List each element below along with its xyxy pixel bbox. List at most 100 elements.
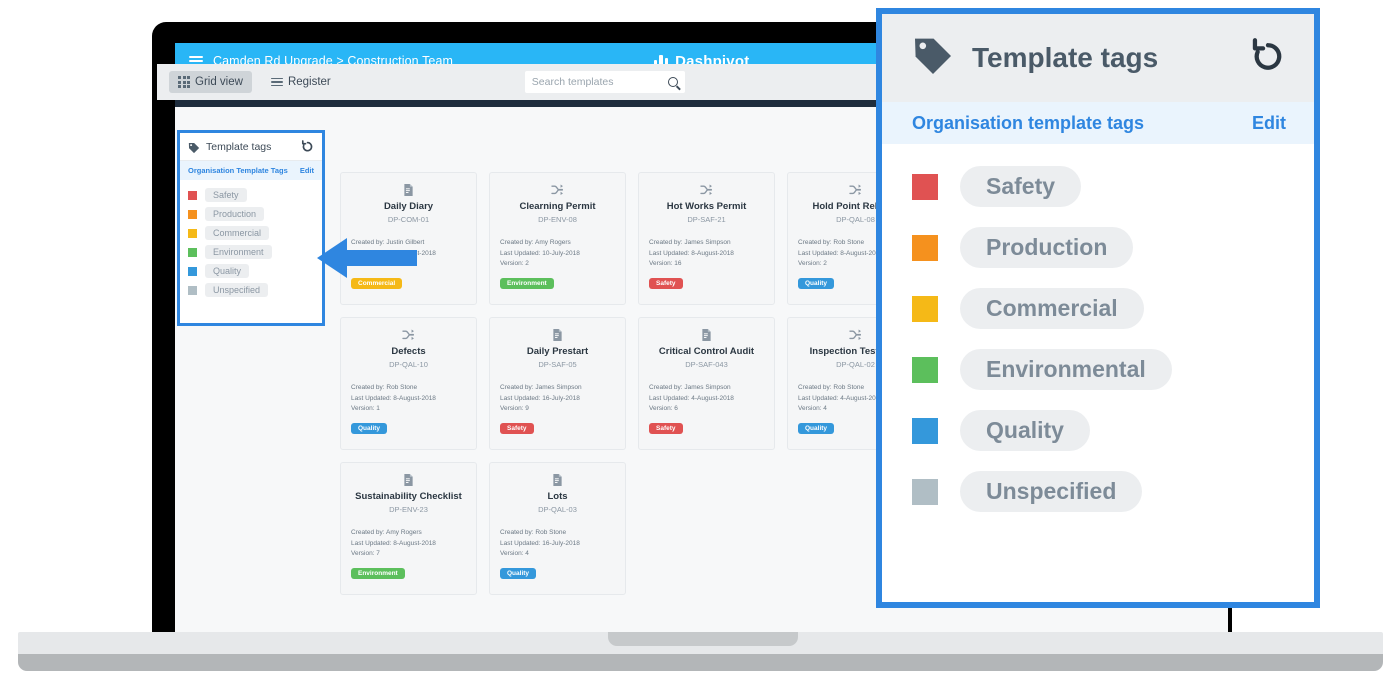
template-card[interactable]: Critical Control Audit DP-SAF-043 Created … — [638, 317, 775, 450]
template-code: DP-SAF-21 — [687, 215, 726, 224]
last-updated: Last Updated: 16-July-2018 — [500, 539, 580, 547]
status-badge: Quality — [351, 422, 388, 434]
version: Version: 4 — [500, 550, 529, 557]
shuffle-icon — [649, 182, 764, 198]
template-code: DP-ENV-23 — [389, 505, 428, 514]
template-tags-panel: Template tags Organisation Template Tags… — [177, 130, 325, 326]
template-card[interactable]: Hot Works Permit DP-SAF-21 Created by: Jam… — [638, 172, 775, 305]
edit-link[interactable]: Edit — [300, 166, 314, 175]
tag-label: Environmental — [960, 349, 1172, 390]
tag-label: Quality — [960, 410, 1090, 451]
tag-label: Environment — [205, 245, 272, 259]
shuffle-icon — [500, 182, 615, 198]
template-card[interactable]: Daily Prestart DP-SAF-05 Created by: James… — [489, 317, 626, 450]
template-meta: Created by: Rob Stone Last Updated: 16-Ju… — [500, 528, 615, 560]
template-title: Daily Prestart — [526, 346, 589, 357]
overlay-tag-row[interactable]: Quality — [912, 410, 1284, 451]
overlay-title: Template tags — [972, 42, 1159, 73]
template-tags-panel-header: Template tags — [180, 133, 322, 161]
template-meta: Created by: Amy Rogers Last Updated: 8-Au… — [351, 528, 466, 560]
template-tags-overlay: Template tags Organisation template tags… — [876, 8, 1320, 608]
overlay-header: Template tags — [882, 14, 1314, 102]
tag-color-swatch — [188, 266, 197, 276]
laptop-notch — [608, 632, 798, 646]
status-badge: Quality — [500, 567, 537, 579]
tag-color-swatch — [912, 173, 938, 200]
tag-color-swatch — [912, 295, 938, 322]
overlay-tag-row[interactable]: Environmental — [912, 349, 1284, 390]
created-by: Created by: James Simpson — [649, 239, 731, 246]
version: Version: 9 — [500, 405, 529, 412]
overlay-tag-row[interactable]: Safety — [912, 166, 1284, 207]
overlay-organisation-label: Organisation template tags — [912, 112, 1145, 133]
created-by: Created by: James Simpson — [500, 384, 582, 391]
overlay-tags-list: Safety Production Commercial Environmental Q… — [882, 144, 1314, 512]
created-by: Created by: Amy Rogers — [351, 529, 422, 536]
template-card[interactable]: Sustainability Checklist DP-ENV-23 Created… — [340, 462, 477, 595]
grid-view-button[interactable]: Grid view — [169, 71, 252, 93]
template-title: Critical Control Audit — [658, 346, 755, 357]
overlay-organisation-row: Organisation template tags Edit — [882, 102, 1314, 144]
tag-row[interactable]: Safety — [188, 188, 314, 202]
tag-color-swatch — [188, 209, 197, 219]
status-badge: Safety — [649, 277, 683, 289]
tag-row[interactable]: Commercial — [188, 226, 314, 240]
tag-row[interactable]: Unspecified — [188, 283, 314, 297]
organisation-template-tags-label: Organisation Template Tags — [188, 166, 288, 175]
template-meta: Created by: Rob Stone Last Updated: 8-Aug… — [351, 383, 466, 415]
overlay-tag-row[interactable]: Commercial — [912, 288, 1284, 329]
tag-color-swatch — [188, 228, 197, 238]
status-badge: Quality — [798, 277, 835, 289]
overlay-edit-link[interactable]: Edit — [1252, 113, 1286, 134]
created-by: Created by: Amy Rogers — [500, 239, 571, 246]
document-icon — [500, 472, 615, 488]
template-meta: Created by: James Simpson Last Updated: 8… — [649, 238, 764, 270]
tag-row[interactable]: Quality — [188, 264, 314, 278]
search-input[interactable] — [531, 76, 668, 88]
undo-icon[interactable] — [1250, 37, 1286, 79]
template-code: DP-QAL-10 — [389, 360, 428, 369]
last-updated: Last Updated: 4-August-2018 — [649, 394, 734, 402]
template-tags-panel-title: Template tags — [206, 140, 272, 153]
tag-color-swatch — [912, 356, 938, 383]
screenshot-stage: Camden Rd Upgrade > Construction Team Da… — [0, 0, 1400, 700]
template-card[interactable]: Lots DP-QAL-03 Created by: Rob Stone Last U… — [489, 462, 626, 595]
status-badge: Safety — [649, 422, 683, 434]
version: Version: 1 — [351, 405, 380, 412]
tag-label: Unspecified — [205, 283, 269, 297]
template-meta: Created by: James Simpson Last Updated: 4… — [649, 383, 764, 415]
tag-row[interactable]: Environment — [188, 245, 314, 259]
tag-label: Production — [205, 207, 265, 221]
organisation-template-tags-row: Organisation Template Tags Edit — [180, 161, 322, 180]
template-title: Sustainability Checklist — [355, 491, 462, 502]
document-icon — [351, 182, 466, 198]
template-title: Clearning Permit — [519, 201, 596, 212]
laptop-foot — [18, 654, 1383, 671]
template-card[interactable]: Clearning Permit DP-ENV-08 Created by: Amy… — [489, 172, 626, 305]
template-code: DP-ENV-08 — [538, 215, 577, 224]
grid-view-label: Grid view — [195, 76, 243, 88]
status-badge: Safety — [500, 422, 534, 434]
status-badge: Quality — [798, 422, 835, 434]
template-title: Defects — [391, 346, 426, 357]
search-icon[interactable] — [667, 77, 678, 87]
created-by: Created by: Rob Stone — [351, 384, 418, 391]
template-card[interactable]: Defects DP-QAL-10 Created by: Rob Stone Las… — [340, 317, 477, 450]
tag-color-swatch — [188, 285, 197, 295]
search-templates-box[interactable] — [524, 71, 685, 93]
version: Version: 6 — [649, 405, 678, 412]
overlay-tag-row[interactable]: Unspecified — [912, 471, 1284, 512]
document-icon — [351, 472, 466, 488]
version: Version: 7 — [351, 550, 380, 557]
tag-label: Safety — [960, 166, 1082, 207]
register-button[interactable]: Register — [262, 71, 340, 93]
undo-icon[interactable] — [301, 140, 314, 153]
tag-label: Safety — [205, 188, 247, 202]
overlay-tag-row[interactable]: Production — [912, 227, 1284, 268]
tag-row[interactable]: Production — [188, 207, 314, 221]
template-meta: Created by: Amy Rogers Last Updated: 10-J… — [500, 238, 615, 270]
version: Version: 16 — [649, 260, 682, 267]
template-code: DP-COM-01 — [387, 215, 430, 224]
left-arrow-annotation — [317, 234, 417, 282]
tag-color-swatch — [188, 247, 197, 257]
